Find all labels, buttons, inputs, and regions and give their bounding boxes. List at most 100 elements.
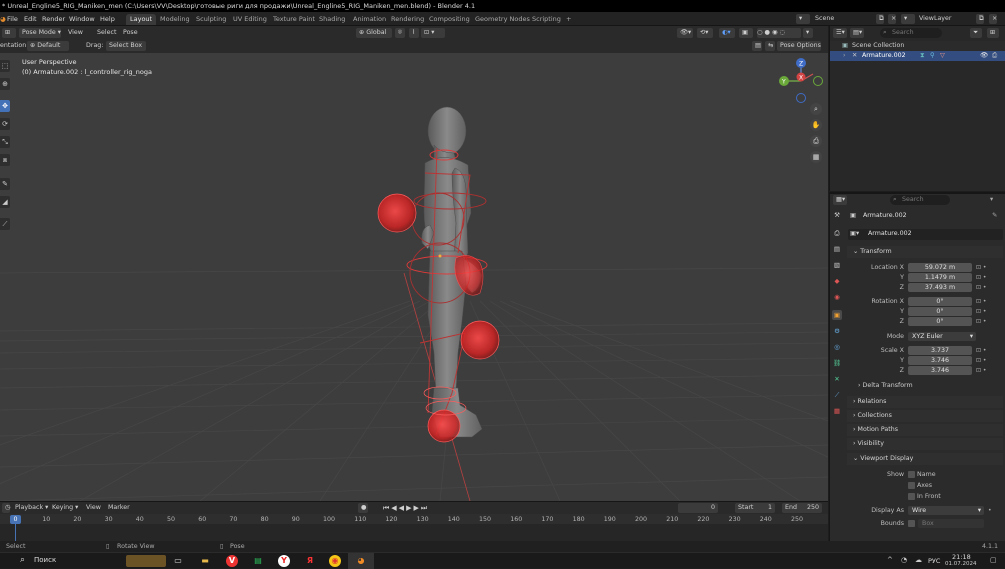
scene-icon[interactable]: ▾: [796, 14, 810, 24]
view-layer-tab-icon[interactable]: ▧: [832, 260, 842, 270]
tab-texture-paint[interactable]: Texture Paint: [269, 14, 319, 25]
language-indicator[interactable]: РУС: [928, 557, 940, 565]
clock-date[interactable]: 01.07.2024: [945, 561, 977, 567]
show-name-checkbox[interactable]: [908, 471, 915, 478]
menu-window[interactable]: Window: [69, 12, 95, 26]
tab-scripting[interactable]: Scripting: [528, 14, 565, 25]
in-front-checkbox[interactable]: [908, 493, 915, 500]
physics-tab-icon[interactable]: ◎: [832, 342, 842, 352]
file-explorer-icon[interactable]: ▬: [199, 555, 211, 567]
widget-image[interactable]: [126, 555, 166, 567]
tab-rendering[interactable]: Rendering: [387, 14, 428, 25]
transform-orientation-dropdown[interactable]: ⊕ Global: [356, 28, 392, 38]
motion-paths-section[interactable]: › Motion Paths: [847, 424, 1003, 436]
pan-hand-icon[interactable]: ✋: [810, 119, 822, 131]
menu-edit[interactable]: Edit: [24, 12, 37, 26]
pose-options-button[interactable]: Pose Options: [777, 41, 821, 51]
tab-animation[interactable]: Animation: [349, 14, 390, 25]
add-workspace-button[interactable]: +: [566, 12, 571, 26]
blender-task-icon[interactable]: ◕: [355, 555, 367, 567]
properties-options-icon[interactable]: ▾: [990, 195, 993, 205]
zoom-icon[interactable]: ⌕: [810, 103, 822, 115]
shading-options-icon[interactable]: ▾: [803, 28, 813, 38]
playback-controls[interactable]: ⏮◀◀▶▶⏭: [383, 503, 429, 513]
tab-modeling[interactable]: Modeling: [156, 14, 194, 25]
vivaldi-icon[interactable]: V: [226, 555, 238, 567]
tab-shading[interactable]: Shading: [315, 14, 349, 25]
location-y-lock-icon[interactable]: ⊡ •: [976, 273, 986, 282]
rotation-z-lock-icon[interactable]: ⊡ •: [976, 317, 986, 326]
bone-tab-icon[interactable]: ⟋: [832, 390, 842, 400]
yandex-browser-icon[interactable]: Y: [278, 555, 290, 567]
yandex-icon[interactable]: Я: [304, 555, 316, 567]
timeline-editor-icon[interactable]: ◷: [2, 503, 11, 513]
display-as-keyframe-icon[interactable]: •: [988, 506, 992, 515]
filter-icon[interactable]: ⏷: [970, 28, 982, 38]
select-menu[interactable]: Select: [97, 28, 116, 38]
3d-viewport[interactable]: User Perspective (0) Armature.002 : l_co…: [0, 53, 828, 501]
current-frame-field[interactable]: 0: [678, 503, 718, 513]
blender-logo-icon[interactable]: ◕: [0, 12, 6, 26]
notifications-icon[interactable]: ▢: [990, 556, 997, 564]
rotation-x-lock-icon[interactable]: ⊡ •: [976, 297, 986, 306]
snap-icon[interactable]: ⌇: [409, 28, 419, 38]
taskbar-search[interactable]: Поиск: [34, 556, 56, 564]
armature-data-tab-icon[interactable]: ✕: [832, 374, 842, 384]
tab-uv-editing[interactable]: UV Editing: [229, 14, 271, 25]
scale-x-lock-icon[interactable]: ⊡ •: [976, 346, 986, 355]
mode-dropdown[interactable]: Pose Mode ▾: [19, 28, 61, 38]
texture-tab-icon[interactable]: ▦: [832, 406, 842, 416]
search-icon[interactable]: ⌕: [20, 555, 25, 565]
navigation-gizmo[interactable]: Z Y X: [778, 57, 824, 103]
view-layer-icon[interactable]: ▾: [901, 14, 915, 24]
rotation-z-field[interactable]: 0°: [908, 317, 972, 326]
snap-target-icon[interactable]: ⊡ ▾: [421, 28, 445, 38]
tab-sculpting[interactable]: Sculpting: [192, 14, 230, 25]
tab-layout[interactable]: Layout: [126, 14, 157, 25]
scene-tab-icon[interactable]: ◆: [832, 276, 842, 286]
tool-tab-icon[interactable]: ⚒: [832, 210, 842, 220]
task-view-icon[interactable]: ▭: [172, 555, 184, 567]
autokey-record-icon[interactable]: ●: [358, 503, 368, 513]
location-x-field[interactable]: 59.072 m: [908, 263, 972, 272]
view-menu[interactable]: View: [68, 28, 83, 38]
object-name-field[interactable]: ▣▾ Armature.002: [848, 229, 1003, 240]
view-layer-name[interactable]: ViewLayer: [919, 14, 952, 24]
scene-name[interactable]: Scene: [815, 14, 834, 24]
rotation-y-field[interactable]: 0°: [908, 307, 972, 316]
scale-z-field[interactable]: 3.746: [908, 366, 972, 375]
pin-icon[interactable]: ✎: [992, 211, 997, 221]
collections-section[interactable]: › Collections: [847, 410, 1003, 422]
select-box-tool-icon[interactable]: ⬚: [0, 60, 10, 72]
outliner-row-armature[interactable]: › ✕ Armature.002 ⧗ ⚲ ▽ 👁 ⎙: [830, 51, 1005, 61]
network-icon[interactable]: ◔: [901, 556, 907, 564]
rotate-tool-icon[interactable]: ⟳: [0, 118, 10, 130]
camera-view-icon[interactable]: ⎙: [810, 135, 822, 147]
rotation-y-lock-icon[interactable]: ⊡ •: [976, 307, 986, 316]
shading-modes[interactable]: ○●◉◌: [757, 28, 801, 38]
constraints-tab-icon[interactable]: ⛓: [832, 358, 842, 368]
menu-help[interactable]: Help: [100, 12, 115, 26]
editor-type-icon[interactable]: ⊞: [2, 28, 16, 38]
delta-transform-subpanel[interactable]: › Delta Transform: [858, 382, 913, 389]
tray-chevron-icon[interactable]: ^: [887, 556, 893, 564]
xray-icon[interactable]: ▣: [739, 28, 753, 38]
notepad-icon[interactable]: ▤: [252, 555, 264, 567]
end-frame-field[interactable]: End 250: [782, 503, 822, 513]
relations-section[interactable]: › Relations: [847, 396, 1003, 408]
toggle-icon[interactable]: ▤: [752, 41, 762, 51]
output-tab-icon[interactable]: ▤: [832, 244, 842, 254]
viewport-display-section[interactable]: ⌄ Viewport Display: [847, 453, 1003, 465]
timeline-view-menu[interactable]: View: [86, 503, 101, 513]
orientation-dropdown[interactable]: ⊕ Default: [27, 41, 69, 51]
bounds-checkbox[interactable]: [908, 520, 915, 527]
outliner-display-mode-icon[interactable]: ▤▾: [850, 28, 864, 38]
show-axes-checkbox[interactable]: [908, 482, 915, 489]
world-tab-icon[interactable]: ◉: [832, 292, 842, 302]
location-z-field[interactable]: 37.493 m: [908, 283, 972, 292]
pivot-point-icon[interactable]: ⌾: [395, 28, 405, 38]
scale-y-lock-icon[interactable]: ⊡ •: [976, 356, 986, 365]
gizmo-icon[interactable]: ⟲▾: [697, 28, 713, 38]
scale-y-field[interactable]: 3.746: [908, 356, 972, 365]
measure-tool-icon[interactable]: ◢: [0, 196, 10, 208]
